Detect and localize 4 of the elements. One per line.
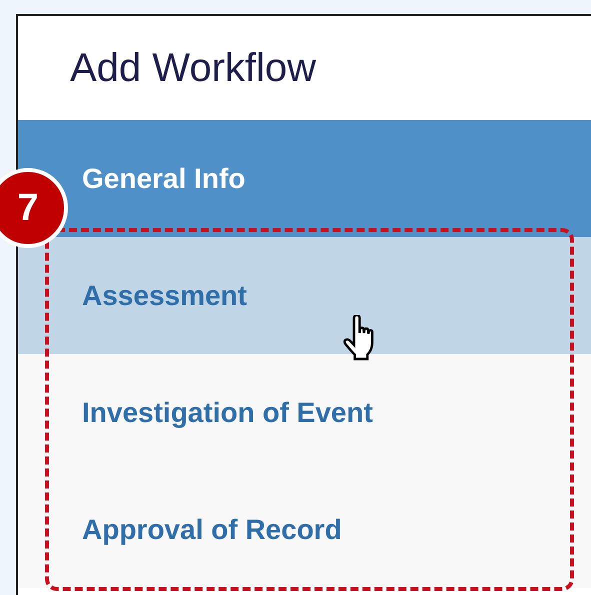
panel-title: Add Workflow [70,45,316,92]
step-tab[interactable]: Approval of Record [18,471,591,588]
step-tab[interactable]: Investigation of Event [18,354,591,471]
step-tab[interactable]: Assessment [18,237,591,354]
